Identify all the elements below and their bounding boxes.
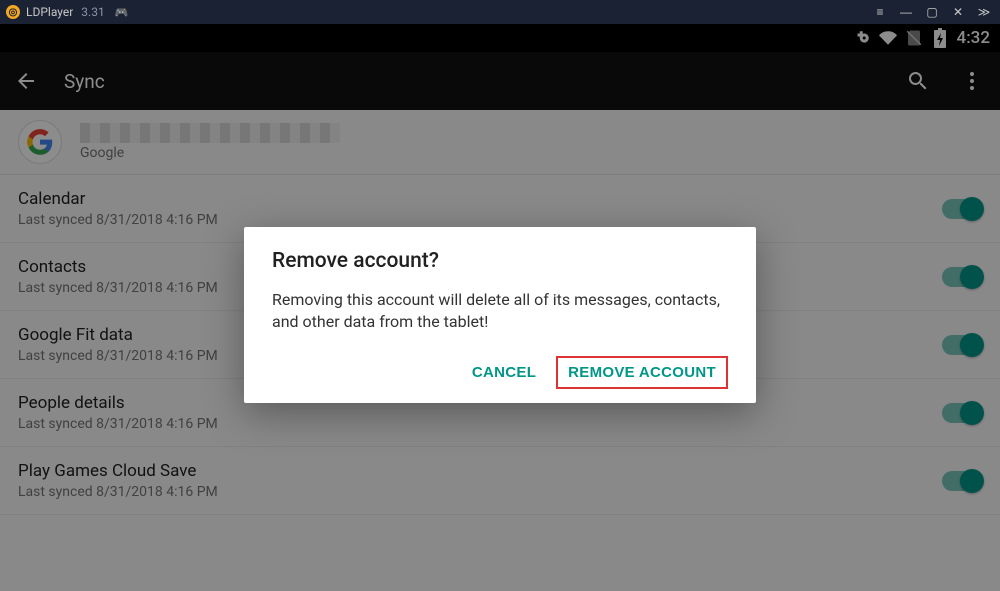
menu-button[interactable]: ≡ xyxy=(870,5,890,19)
remove-account-button[interactable]: Remove Account xyxy=(556,356,728,389)
dialog-title: Remove account? xyxy=(272,249,728,273)
emulator-version: 3.31 xyxy=(81,5,104,19)
emulator-name: LDPlayer xyxy=(26,5,73,19)
ldplayer-logo-icon: ◎ xyxy=(6,5,20,19)
cancel-button[interactable]: Cancel xyxy=(460,356,548,389)
close-button[interactable]: ✕ xyxy=(948,5,968,19)
emulator-titlebar: ◎ LDPlayer 3.31 🎮 ≡ — ▢ ✕ ≫ xyxy=(0,0,1000,24)
minimize-button[interactable]: — xyxy=(896,5,916,19)
remove-account-dialog: Remove account? Removing this account wi… xyxy=(244,227,756,403)
gamepad-icon: 🎮 xyxy=(115,6,129,19)
expand-button[interactable]: ≫ xyxy=(974,5,994,19)
maximize-button[interactable]: ▢ xyxy=(922,5,942,19)
dialog-body: Removing this account will delete all of… xyxy=(272,289,728,334)
